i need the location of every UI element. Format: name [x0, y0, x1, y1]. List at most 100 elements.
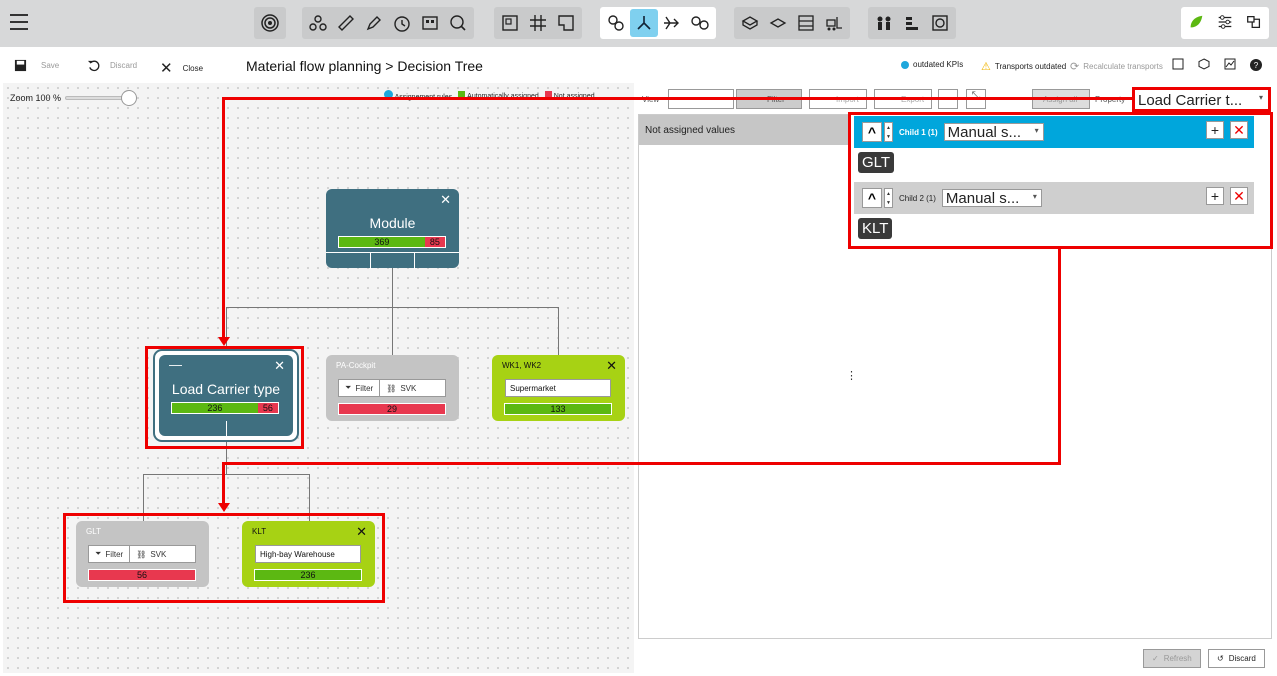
- view-tools: ?: [1172, 58, 1262, 72]
- carrier2-icon[interactable]: [764, 9, 792, 37]
- zoom-slider[interactable]: [65, 90, 138, 106]
- link-icon: ⛓: [386, 383, 397, 393]
- clock-icon[interactable]: [388, 9, 416, 37]
- assigned-count: 369: [339, 237, 425, 247]
- filter-icon: ⏷: [345, 383, 352, 392]
- check-icon: ✓: [1152, 654, 1159, 663]
- node-pa-cockpit[interactable]: PA-Cockpit ⏷ Filter ⛓ SVK 29: [326, 355, 459, 421]
- annotation-arrow: [218, 503, 230, 512]
- recalculate-transports-button[interactable]: ⟳ Recalculate transports: [1070, 60, 1163, 73]
- assignment-bar: 133: [504, 403, 612, 415]
- assignment-bar: 369 85: [338, 236, 446, 248]
- splitter-handle-icon[interactable]: ⋮: [846, 369, 857, 382]
- node-wk1-wk2[interactable]: WK1, WK2 ✕ Supermarket 133: [492, 355, 625, 421]
- chart-icon[interactable]: [1224, 58, 1236, 72]
- network-icon[interactable]: [304, 9, 332, 37]
- connector: [392, 307, 393, 355]
- zoom-control: Zoom 100 %: [10, 90, 138, 106]
- highlight-load-carrier-node: [145, 346, 304, 449]
- sliders-icon[interactable]: [1216, 13, 1234, 34]
- grid-icon[interactable]: [524, 9, 552, 37]
- save-icon: [14, 59, 27, 72]
- outdated-kpis-label: outdated KPIs: [913, 60, 964, 69]
- assigned-count: 133: [505, 404, 611, 414]
- undo-icon: ↺: [1217, 654, 1224, 663]
- target-icon[interactable]: [256, 9, 284, 37]
- connector: [558, 307, 559, 355]
- highlight-child-nodes: [63, 513, 385, 603]
- transports-outdated-indicator: ⚠ Transports outdated: [981, 60, 1066, 73]
- not-assigned-values-header: Not assigned values: [639, 115, 849, 145]
- cube-icon[interactable]: [1198, 58, 1210, 72]
- help-icon[interactable]: ?: [1250, 59, 1262, 71]
- toolbar-group-6: [868, 7, 956, 39]
- refresh-icon: ⟳: [1070, 61, 1080, 73]
- ruler-icon[interactable]: [332, 9, 360, 37]
- connector: [143, 474, 309, 475]
- leaf-icon[interactable]: [1187, 13, 1205, 34]
- rule-buttons: ⏷ Filter ⛓ SVK: [338, 379, 446, 397]
- annotation-line: [222, 462, 1061, 465]
- save-button[interactable]: Save: [14, 59, 59, 72]
- outdated-kpis-indicator: outdated KPIs: [901, 60, 963, 69]
- search-zoom-icon[interactable]: [444, 9, 472, 37]
- save-label: Save: [41, 61, 60, 70]
- filter-button[interactable]: ⏷ Filter: [339, 380, 379, 396]
- toolbar-group-3: [494, 7, 582, 39]
- toolbar-right-group: [1181, 7, 1269, 39]
- annotation-arrow: [218, 337, 230, 346]
- chain-icon[interactable]: [686, 9, 714, 37]
- zoom-slider-knob[interactable]: [121, 90, 138, 106]
- annotation-line: [222, 462, 225, 505]
- node-title: Module: [369, 215, 416, 231]
- area-icon[interactable]: [552, 9, 580, 37]
- info-dot-icon: [901, 60, 909, 69]
- highlight-child-rows: [848, 112, 1273, 249]
- layout-icon[interactable]: [496, 9, 524, 37]
- zoom-label: Zoom 100 %: [10, 93, 62, 103]
- node-header: WK1, WK2: [502, 361, 542, 370]
- flow-icon[interactable]: [658, 9, 686, 37]
- annotation-line: [1058, 247, 1061, 465]
- svk-button[interactable]: ⛓ SVK: [379, 380, 422, 396]
- shelf-icon[interactable]: [792, 9, 820, 37]
- close-icon: ✕: [160, 60, 173, 77]
- refresh-button[interactable]: ✓ Refresh: [1143, 649, 1201, 668]
- forklift-icon[interactable]: [820, 9, 848, 37]
- carrier-icon[interactable]: [736, 9, 764, 37]
- frame-icon[interactable]: [926, 9, 954, 37]
- close-label: Close: [182, 63, 204, 73]
- discard-top-button[interactable]: Discard: [87, 59, 137, 72]
- node-header: PA-Cockpit: [336, 361, 376, 370]
- boards-icon[interactable]: [416, 9, 444, 37]
- close-icon[interactable]: ✕: [606, 359, 617, 372]
- mf-icon[interactable]: [1245, 13, 1263, 34]
- undo-icon: [87, 60, 100, 72]
- not-assigned-count: 85: [424, 237, 445, 247]
- people-icon[interactable]: [870, 9, 898, 37]
- discard-button[interactable]: ↺ Discard: [1208, 649, 1265, 668]
- close-icon[interactable]: ✕: [440, 193, 451, 206]
- split-icon[interactable]: [630, 9, 658, 37]
- close-button[interactable]: ✕ Close: [160, 59, 203, 77]
- breadcrumb: Material flow planning > Decision Tree: [246, 58, 483, 74]
- discard-label: Discard: [110, 61, 138, 70]
- annotation-line: [222, 97, 225, 342]
- not-assigned-count: 29: [339, 404, 445, 414]
- fit-icon[interactable]: [1172, 58, 1184, 72]
- assignment-bar: 29: [338, 403, 446, 415]
- toolbar-group-1: [254, 7, 286, 39]
- node-module[interactable]: ✕ Module 369 85: [326, 189, 459, 269]
- toolbar-group-4: [600, 7, 716, 39]
- rule-value-field[interactable]: Supermarket: [505, 379, 611, 397]
- hamburger-icon[interactable]: [10, 14, 28, 30]
- link-icon[interactable]: [602, 9, 630, 37]
- pencil-icon[interactable]: [360, 9, 388, 37]
- recalculate-label: Recalculate transports: [1083, 62, 1163, 71]
- annotation-line: [222, 97, 1134, 100]
- stack-icon[interactable]: [898, 9, 926, 37]
- highlight-property-select: [1132, 87, 1271, 112]
- toolbar-group-5: [734, 7, 850, 39]
- toolbar-group-2: [302, 7, 474, 39]
- node-handle-row: [326, 252, 459, 269]
